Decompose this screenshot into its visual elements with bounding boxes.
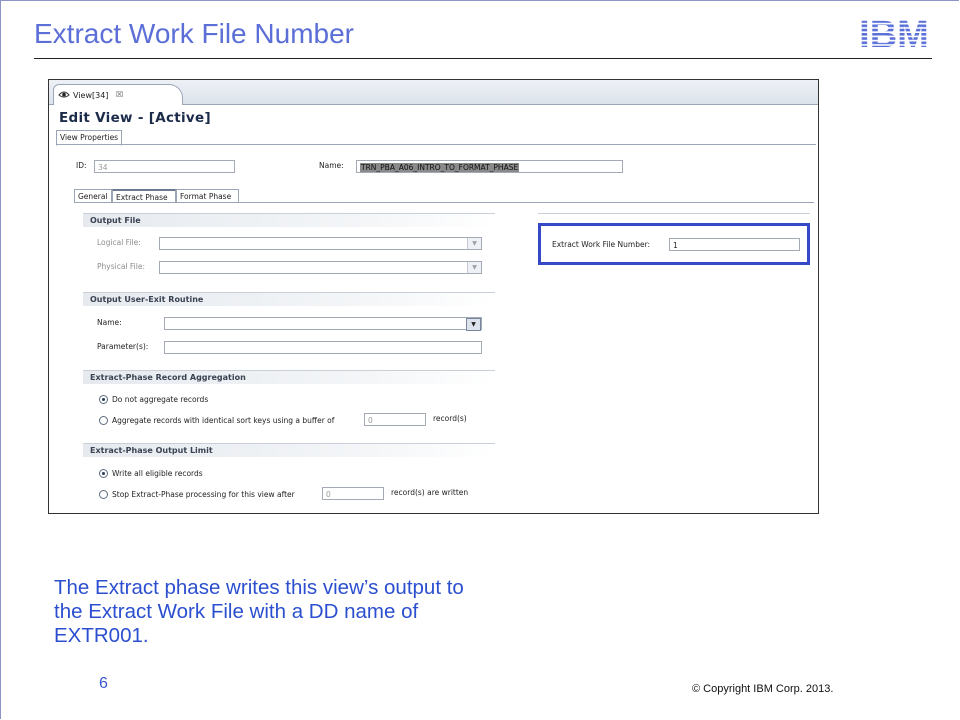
view-name-value: TRN_PBA_A06_INTRO_TO_FORMAT_PHASE xyxy=(360,163,520,172)
write-all-label: Write all eligible records xyxy=(112,469,203,478)
editor-title: Edit View - [Active] xyxy=(59,110,211,126)
name-label: Name: xyxy=(319,161,344,170)
chevron-down-icon[interactable]: ▼ xyxy=(466,318,481,331)
physical-file-label: Physical File: xyxy=(97,262,145,271)
page-number: 6 xyxy=(99,675,108,692)
slide-title: Extract Work File Number xyxy=(34,18,354,49)
view-name-field[interactable]: TRN_PBA_A06_INTRO_TO_FORMAT_PHASE xyxy=(356,160,623,173)
tab-extract-phase[interactable]: Extract Phase xyxy=(112,189,176,203)
record-limit-suffix-label: record(s) are written xyxy=(391,488,469,497)
ibm-logo-text: IBM xyxy=(859,16,929,50)
caption-line: The Extract phase writes this view’s out… xyxy=(54,576,464,599)
editor-tab-bar: View[34] ☒ xyxy=(49,80,818,105)
user-exit-name-label: Name: xyxy=(97,318,122,327)
close-icon[interactable]: ☒ xyxy=(116,90,123,99)
id-field: 34 xyxy=(94,160,235,173)
editor-screenshot: View[34] ☒ Edit View - [Active] View Pro… xyxy=(48,79,819,514)
no-aggregate-radio[interactable] xyxy=(99,395,108,404)
tab-view-34[interactable]: View[34] ☒ xyxy=(53,84,183,105)
record-limit-field[interactable]: 0 xyxy=(322,487,384,500)
tab-format-phase[interactable]: Format Phase xyxy=(176,189,239,203)
caption-line: EXTR001. xyxy=(54,624,149,647)
work-file-panel-divider xyxy=(538,213,810,214)
logical-file-label: Logical File: xyxy=(97,238,141,247)
copyright-notice: © Copyright IBM Corp. 2013. xyxy=(692,683,834,695)
physical-file-select[interactable]: ▼ xyxy=(159,261,482,274)
output-file-section-title: Output File xyxy=(83,213,495,227)
write-all-radio[interactable] xyxy=(99,469,108,478)
buffer-size-field[interactable]: 0 xyxy=(364,413,426,426)
id-label: ID: xyxy=(76,161,87,170)
title-divider xyxy=(34,58,932,59)
user-exit-name-select[interactable]: ▼ xyxy=(164,317,482,331)
slide-caption: The Extract phase writes this view’s out… xyxy=(54,576,574,648)
caption-line: the Extract Work File with a DD name of xyxy=(54,600,419,623)
stop-after-label: Stop Extract-Phase processing for this v… xyxy=(112,490,295,499)
phase-tabs-divider xyxy=(74,202,814,203)
output-limit-section-title: Extract-Phase Output Limit xyxy=(83,443,495,457)
aggregate-radio[interactable] xyxy=(99,416,108,425)
work-file-highlight: Extract Work File Number: 1 xyxy=(538,223,810,265)
parameters-label: Parameter(s): xyxy=(97,342,149,351)
buffer-suffix-label: record(s) xyxy=(433,414,467,423)
user-exit-section-title: Output User-Exit Routine xyxy=(83,292,495,306)
work-file-number-field[interactable]: 1 xyxy=(669,238,800,251)
work-file-number-label: Extract Work File Number: xyxy=(552,240,651,249)
logical-file-select[interactable]: ▼ xyxy=(159,237,482,250)
aggregate-label: Aggregate records with identical sort ke… xyxy=(112,416,335,425)
chevron-down-icon[interactable]: ▼ xyxy=(467,238,481,249)
properties-divider xyxy=(56,144,816,145)
ibm-logo: IBM xyxy=(859,16,929,50)
tab-label: View[34] xyxy=(73,91,109,100)
view-eye-icon xyxy=(58,91,70,98)
no-aggregate-label: Do not aggregate records xyxy=(112,395,209,404)
tab-general[interactable]: General xyxy=(74,189,112,203)
chevron-down-icon[interactable]: ▼ xyxy=(467,262,481,273)
aggregation-section-title: Extract-Phase Record Aggregation xyxy=(83,370,495,384)
parameters-field[interactable] xyxy=(164,341,482,354)
stop-after-radio[interactable] xyxy=(99,490,108,499)
